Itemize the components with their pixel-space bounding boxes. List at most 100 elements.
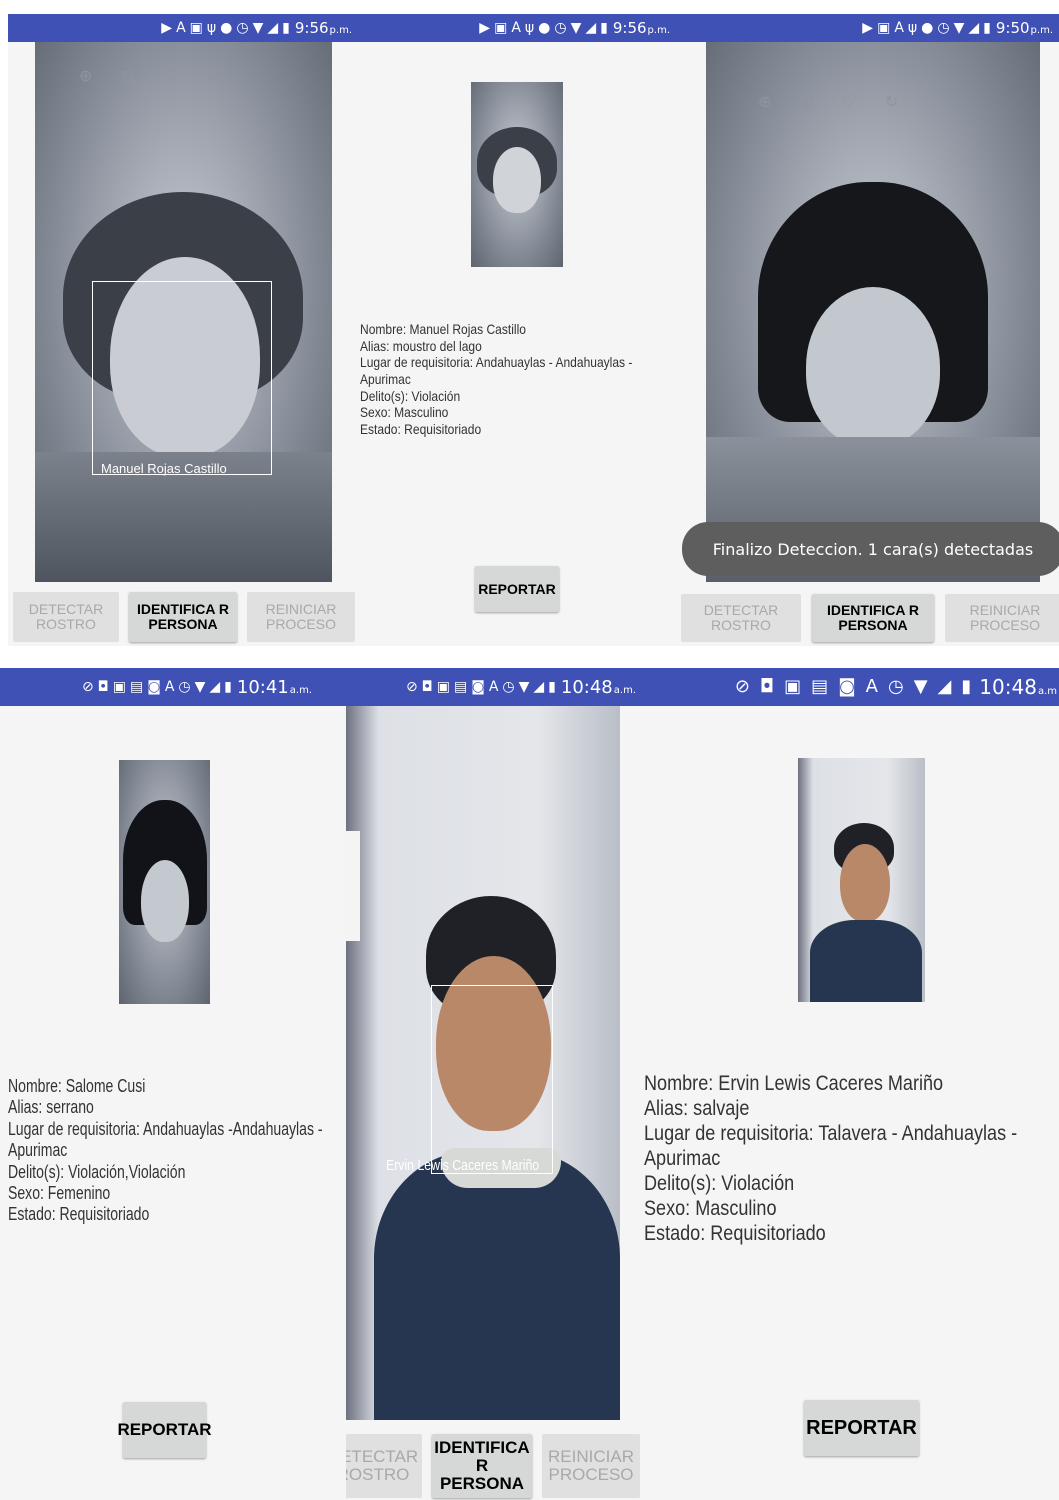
face-box [92,281,272,475]
status-icons: ▶ A ▣ ψ ● ◷ ▼ ◢ ▮ [161,21,290,35]
report-button[interactable]: REPORTAR [475,566,559,612]
gallery-icon: ▤ [129,679,144,695]
image-icon: ▣ [112,679,126,695]
screen-record-salome: ⊘ ◘ ▣ ▤ ◙ A ◷ ▼ ◢ ▮ 10:41a.m. Nombre: Sa… [0,668,346,1500]
record-status: Estado: Requisitoriado [644,1221,826,1245]
signal-icon: ◢ [585,20,597,36]
signal-icon: ◢ [533,679,545,695]
screen-detect-ervin: ⊘ ◘ ▣ ▤ ◙ A ◷ ▼ ◢ ▮ 10:48a.m. Ervin Lewi… [346,668,642,1500]
identify-person-button[interactable]: IDENTIFICA R PERSONA [129,592,237,642]
wifi-icon: ▼ [518,679,530,695]
signal-icon: ◢ [267,20,279,36]
viewer-toolbar: ⊕ ▥ ♡ ↻ [758,92,898,112]
restart-process-button[interactable]: REINICIAR PROCESO [247,592,355,642]
a-icon: A [164,679,175,695]
wifi-icon: ▼ [194,679,206,695]
record-place-region: Apurimac [360,370,411,387]
detect-face-button[interactable]: DETECTAR ROSTRO [13,592,119,642]
battery-icon: ▮ [961,676,972,697]
subject-face [493,147,541,213]
record-status: Estado: Requisitoriado [360,420,482,437]
android-icon: ● [538,20,551,36]
heart-icon: ♡ [842,94,857,111]
usb-icon: ψ [907,20,918,36]
face-box [431,985,553,1174]
screen-detect-manuel: ▶ A ▣ ψ ● ◷ ▼ ◢ ▮ 9:56p.m. ⊕ ▥ ♡ ↻ Manuel R… [8,14,358,646]
image-icon: ▣ [494,20,508,36]
record-alias: Alias: moustro del lago [360,337,482,354]
app-icon: ◘ [97,679,109,695]
status-bar: ⊘ ◘ ▣ ▤ ◙ A ◷ ▼ ◢ ▮ 10:48a.m [642,668,1059,706]
chat-icon: ◙ [838,676,856,697]
trash-icon: ▥ [799,94,815,111]
record-sex: Sexo: Masculino [360,404,449,421]
status-icons: ⊘ ◘ ▣ ▤ ◙ A ◷ ▼ ◢ ▮ [82,680,232,694]
record-details: Nombre: Salome Cusi Alias: serrano Lugar… [8,1076,323,1226]
report-button[interactable]: REPORTAR [117,1402,212,1458]
chat-icon: ◙ [147,679,161,695]
zoom-icon: ⊕ [758,94,772,111]
rotate-icon: ↻ [884,94,899,111]
battery-icon: ▮ [282,20,290,36]
subject-face [840,844,890,922]
record-place: Lugar de requisitoria: Andahuaylas -Anda… [8,1118,323,1139]
detect-face-button[interactable]: DETECTAR ROSTRO [681,594,801,642]
alarm-icon: ◷ [887,676,904,697]
status-icons: ⊘ ◘ ▣ ▤ ◙ A ◷ ▼ ◢ ▮ [735,678,971,696]
android-icon: ● [220,20,233,36]
record-crimes: Delito(s): Violación [360,387,461,404]
record-photo [471,82,563,267]
record-name: Nombre: Ervin Lewis Caceres Mariño [644,1072,944,1095]
heart-icon: ♡ [163,68,178,85]
alarm-icon: ◷ [236,20,249,36]
youtube-icon: ▶ [479,20,491,36]
alarm-icon: ◷ [937,20,950,36]
record-photo [119,760,210,1004]
subject-face [806,287,940,447]
report-button[interactable]: REPORTAR [804,1400,919,1456]
record-crimes: Delito(s): Violación [644,1171,795,1195]
camera-preview: ⊕ ▥ ♡ ↻ [706,42,1040,582]
trash-icon: ▥ [120,68,136,85]
subject-shirt [810,920,922,1002]
android-icon: ● [921,20,934,36]
record-name: Nombre: Salome Cusi [8,1076,146,1096]
signal-icon: ◢ [937,676,952,697]
battery-icon: ▮ [983,20,991,36]
app-icon: ◘ [421,679,433,695]
record-details: Nombre: Manuel Rojas Castillo Alias: mou… [360,321,632,438]
battery-icon: ▮ [224,679,232,695]
image-icon: ▣ [189,20,203,36]
wifi-icon: ▼ [953,20,965,36]
restart-process-button[interactable]: REINICIAR PROCESO [945,594,1059,642]
status-time: 10:48a.m [979,675,1057,699]
record-name: Nombre: Manuel Rojas Castillo [360,321,526,337]
identify-person-button[interactable]: IDENTIFICA R PERSONA [432,1434,532,1498]
a-icon: A [511,20,521,36]
status-time: 10:41a.m. [236,676,312,698]
record-photo [798,758,925,1002]
status-bar: ⊘ ◘ ▣ ▤ ◙ A ◷ ▼ ◢ ▮ 10:41a.m. [0,668,346,706]
a-icon: A [865,676,878,697]
restart-process-button[interactable]: REINICIAR PROCESO [542,1434,640,1498]
record-alias: Alias: serrano [8,1097,94,1118]
wall-poster [346,831,360,941]
screen-record-ervin: ⊘ ◘ ▣ ▤ ◙ A ◷ ▼ ◢ ▮ 10:48a.m Nombre: Erv… [642,668,1059,1500]
toast-message: Finalizo Deteccion. 1 cara(s) detectadas [682,522,1059,576]
identify-person-button[interactable]: IDENTIFICA R PERSONA [812,594,934,642]
screen-detect-salome: ▶ ▣ A ψ ● ◷ ▼ ◢ ▮ 9:50p.m. ⊕ ▥ ♡ ↻ Finalizo… [676,14,1059,646]
status-time: 9:56p.m. [294,19,352,37]
status-time: 9:56p.m. [612,19,670,37]
a-icon: A [176,20,186,36]
status-icons: ▶ ▣ A ψ ● ◷ ▼ ◢ ▮ [479,21,608,35]
zoom-icon: ⊕ [79,68,93,85]
signal-icon: ◢ [209,679,221,695]
usb-icon: ψ [206,20,217,36]
record-place-region: Apurimac [8,1140,68,1161]
record-sex: Sexo: Masculino [644,1196,777,1220]
subject-face [141,860,189,942]
status-bar: ▶ ▣ A ψ ● ◷ ▼ ◢ ▮ 9:56p.m. [358,14,676,42]
a-icon: A [894,20,904,36]
record-status: Estado: Requisitoriado [8,1204,150,1225]
detect-face-button[interactable]: DETECTAR ROSTRO [346,1434,422,1498]
